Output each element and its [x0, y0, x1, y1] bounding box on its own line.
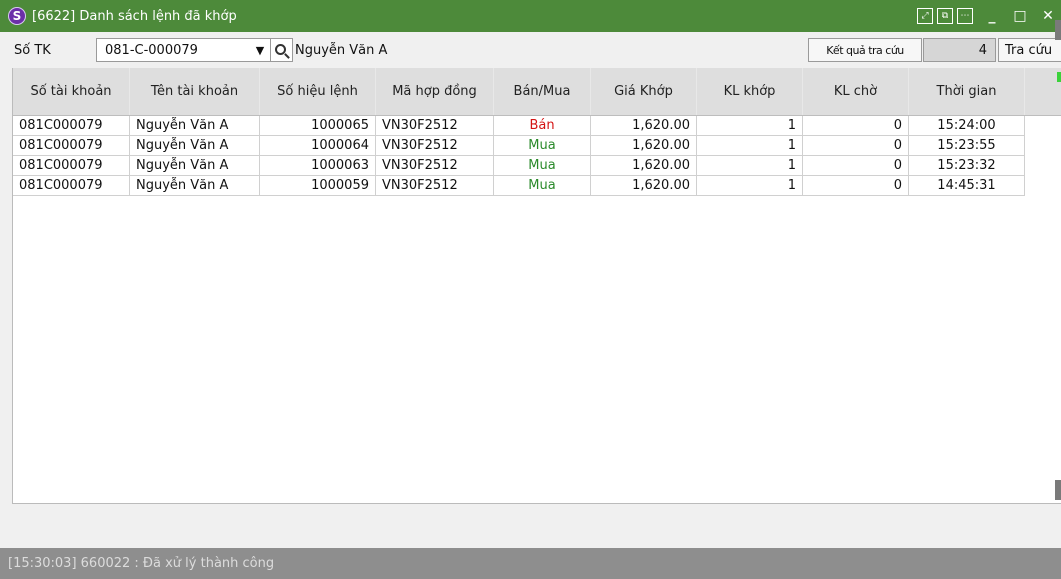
search-button[interactable]: Tra cứu	[998, 38, 1061, 62]
app-logo-icon: S	[8, 7, 26, 25]
cell-price: 1,620.00	[591, 156, 697, 176]
vertical-scrollbar[interactable]	[1055, 68, 1061, 504]
status-bar: [15:30:03] 660022 : Đã xử lý thành công	[0, 548, 1061, 579]
table-row[interactable]: 081C000079 Nguyễn Văn A 1000063 VN30F251…	[13, 156, 1061, 176]
cell-pending-qty: 0	[803, 176, 909, 196]
table-row[interactable]: 081C000079 Nguyễn Văn A 1000065 VN30F251…	[13, 116, 1061, 136]
cell-contract: VN30F2512	[376, 136, 494, 156]
cell-side: Mua	[494, 156, 591, 176]
cell-matched-qty: 1	[697, 116, 803, 136]
cell-matched-qty: 1	[697, 176, 803, 196]
scroll-down-button[interactable]	[1055, 480, 1061, 500]
account-search-button[interactable]	[271, 38, 293, 62]
col-header-matched-qty[interactable]: KL khớp	[697, 68, 803, 115]
cell-contract: VN30F2512	[376, 176, 494, 196]
col-header-order-no[interactable]: Số hiệu lệnh	[260, 68, 376, 115]
cell-contract: VN30F2512	[376, 156, 494, 176]
col-header-contract[interactable]: Mã hợp đồng	[376, 68, 494, 115]
status-message: [15:30:03] 660022 : Đã xử lý thành công	[8, 556, 275, 571]
window-title: [6622] Danh sách lệnh đã khớp	[32, 8, 237, 24]
cell-price: 1,620.00	[591, 136, 697, 156]
scroll-up-button[interactable]	[1055, 20, 1061, 40]
cell-pending-qty: 0	[803, 156, 909, 176]
cell-side: Mua	[494, 176, 591, 196]
matched-orders-table: Số tài khoản Tên tài khoản Số hiệu lệnh …	[12, 68, 1061, 504]
cell-time: 15:23:55	[909, 136, 1025, 156]
cell-pending-qty: 0	[803, 136, 909, 156]
col-header-account-no[interactable]: Số tài khoản	[13, 68, 130, 115]
col-header-time[interactable]: Thời gian	[909, 68, 1025, 115]
table-row[interactable]: 081C000079 Nguyễn Văn A 1000059 VN30F251…	[13, 176, 1061, 196]
cell-account-no: 081C000079	[13, 116, 130, 136]
table-header: Số tài khoản Tên tài khoản Số hiệu lệnh …	[13, 68, 1061, 116]
table-row[interactable]: 081C000079 Nguyễn Văn A 1000064 VN30F251…	[13, 136, 1061, 156]
cell-matched-qty: 1	[697, 136, 803, 156]
dropdown-arrow-icon[interactable]: ▼	[250, 39, 270, 61]
cell-price: 1,620.00	[591, 116, 697, 136]
col-header-pending-qty[interactable]: KL chờ	[803, 68, 909, 115]
cell-account-name: Nguyễn Văn A	[130, 156, 260, 176]
cell-contract: VN30F2512	[376, 116, 494, 136]
maximize-icon[interactable]: □	[1011, 7, 1029, 25]
status-indicator	[1057, 72, 1061, 82]
account-label: Số TK	[14, 42, 51, 58]
cell-account-no: 081C000079	[13, 136, 130, 156]
cell-order-no: 1000064	[260, 136, 376, 156]
search-icon	[275, 43, 286, 55]
minimize-icon[interactable]: _	[983, 7, 1001, 25]
col-header-side[interactable]: Bán/Mua	[494, 68, 591, 115]
window-controls: ⤢ ⧉ ⋯ _ □ ✕	[917, 0, 1061, 32]
cell-side: Bán	[494, 116, 591, 136]
fullscreen-icon[interactable]: ⤢	[917, 8, 933, 24]
cell-order-no: 1000063	[260, 156, 376, 176]
col-header-price[interactable]: Giá Khớp	[591, 68, 697, 115]
cell-time: 15:23:32	[909, 156, 1025, 176]
cell-account-no: 081C000079	[13, 156, 130, 176]
popout-icon[interactable]: ⧉	[937, 8, 953, 24]
cell-account-name: Nguyễn Văn A	[130, 136, 260, 156]
account-select[interactable]: 081-C-000079 ▼	[96, 38, 271, 62]
cell-order-no: 1000065	[260, 116, 376, 136]
cell-matched-qty: 1	[697, 156, 803, 176]
title-bar: S [6622] Danh sách lệnh đã khớp ⤢ ⧉ ⋯ _ …	[0, 0, 1061, 32]
filter-toolbar: Số TK 081-C-000079 ▼ Nguyễn Văn A Kết qu…	[0, 32, 1061, 68]
cell-account-name: Nguyễn Văn A	[130, 176, 260, 196]
cell-side: Mua	[494, 136, 591, 156]
account-select-value: 081-C-000079	[105, 42, 198, 58]
col-header-account-name[interactable]: Tên tài khoản	[130, 68, 260, 115]
account-name: Nguyễn Văn A	[295, 42, 388, 58]
result-label: Kết quả tra cứu	[808, 38, 922, 62]
cell-time: 14:45:31	[909, 176, 1025, 196]
cell-account-no: 081C000079	[13, 176, 130, 196]
cell-price: 1,620.00	[591, 176, 697, 196]
cell-time: 15:24:00	[909, 116, 1025, 136]
menu-dots-icon[interactable]: ⋯	[957, 8, 973, 24]
result-count: 4	[923, 38, 996, 62]
cell-account-name: Nguyễn Văn A	[130, 116, 260, 136]
cell-pending-qty: 0	[803, 116, 909, 136]
cell-order-no: 1000059	[260, 176, 376, 196]
